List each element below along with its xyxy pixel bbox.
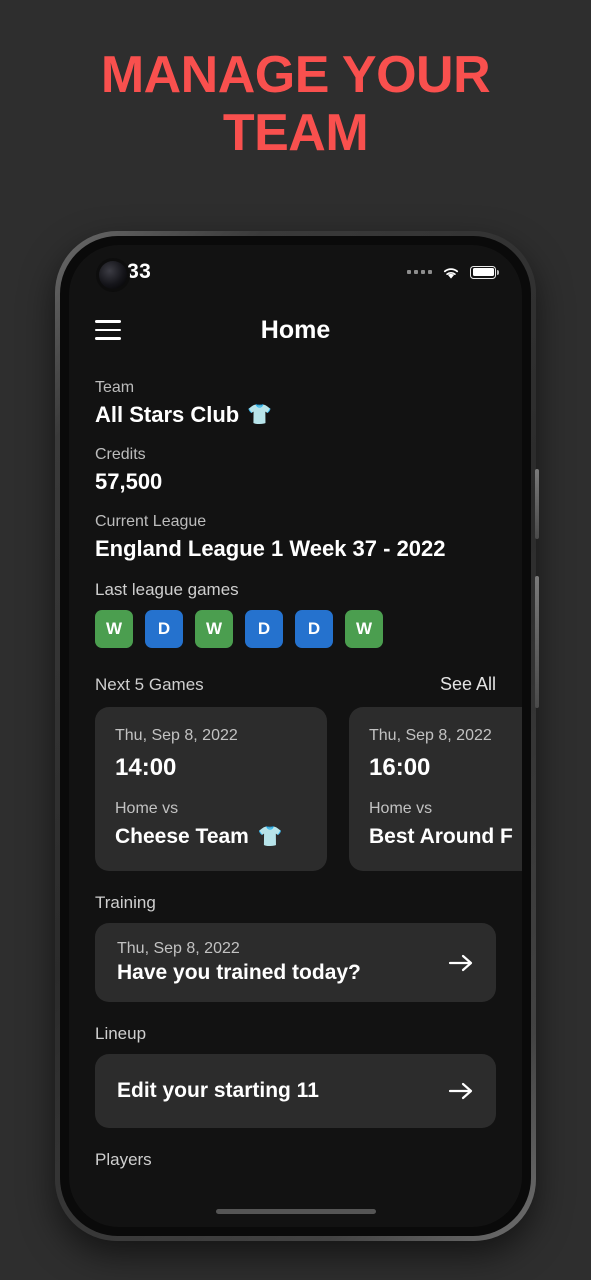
training-card-text: Thu, Sep 8, 2022 Have you trained today? xyxy=(117,940,361,985)
game-opponent-name: Cheese Team xyxy=(115,825,249,848)
game-date: Thu, Sep 8, 2022 xyxy=(115,727,238,744)
training-prompt: Have you trained today? xyxy=(117,961,361,984)
game-card[interactable]: Thu, Sep 8, 2022 16:00 Home vs Best Arou… xyxy=(349,707,522,871)
front-camera-icon xyxy=(99,261,127,289)
form-badges: W D W D D W xyxy=(95,610,496,648)
players-label: Players xyxy=(95,1150,152,1169)
game-time: 16:00 xyxy=(369,754,431,781)
lineup-label: Lineup xyxy=(95,1024,147,1043)
battery-full-icon xyxy=(470,265,499,279)
promo-banner: MANAGE YOUR TEAM xyxy=(0,46,591,162)
game-venue: Home vs xyxy=(369,800,433,817)
jersey-icon: 👕 xyxy=(247,404,273,426)
game-opponent-name: Best Around F xyxy=(369,825,513,848)
next-games-title: Next 5 Games xyxy=(95,675,204,694)
app-bar: Home xyxy=(69,299,522,361)
team-value-row: All Stars Club 👕 xyxy=(95,402,496,428)
status-bar-indicators xyxy=(407,265,499,280)
hamburger-menu-icon[interactable] xyxy=(95,320,121,340)
see-all-link[interactable]: See All xyxy=(440,674,496,695)
form-badge: D xyxy=(245,610,283,648)
form-badge: W xyxy=(95,610,133,648)
game-time: 14:00 xyxy=(115,754,177,781)
game-card[interactable]: Thu, Sep 8, 2022 14:00 Home vs Cheese Te… xyxy=(95,707,327,871)
promo-headline: MANAGE YOUR TEAM xyxy=(100,46,491,163)
phone-mockup: 2.33 Home Team All Stars Club 👕 Credits … xyxy=(55,231,539,1241)
game-date: Thu, Sep 8, 2022 xyxy=(369,727,492,744)
home-content: Team All Stars Club 👕 Credits 57,500 Cur… xyxy=(69,361,522,1170)
volume-button[interactable] xyxy=(535,469,539,539)
last-league-games-label: Last league games xyxy=(95,580,239,599)
status-bar: 2.33 xyxy=(69,245,522,299)
lineup-card[interactable]: Edit your starting 11 xyxy=(95,1054,496,1128)
next-games-carousel[interactable]: Thu, Sep 8, 2022 14:00 Home vs Cheese Te… xyxy=(95,707,522,871)
jersey-icon: 👕 xyxy=(257,826,283,848)
form-badge: W xyxy=(195,610,233,648)
team-name: All Stars Club xyxy=(95,402,240,427)
arrow-right-icon xyxy=(448,1082,473,1100)
power-button[interactable] xyxy=(535,576,539,708)
form-badge: D xyxy=(295,610,333,648)
page-title: Home xyxy=(260,315,331,344)
current-league-value: England League 1 Week 37 - 2022 xyxy=(95,536,446,561)
training-card[interactable]: Thu, Sep 8, 2022 Have you trained today? xyxy=(95,923,496,1002)
game-venue: Home vs xyxy=(115,800,179,817)
training-date: Thu, Sep 8, 2022 xyxy=(117,940,240,957)
phone-bezel: 2.33 Home Team All Stars Club 👕 Credits … xyxy=(60,236,531,1236)
form-badge: W xyxy=(345,610,383,648)
form-badge: D xyxy=(145,610,183,648)
next-games-header: Next 5 Games See All xyxy=(95,674,496,695)
signal-dots-icon xyxy=(407,270,432,274)
phone-screen: 2.33 Home Team All Stars Club 👕 Credits … xyxy=(69,245,522,1227)
credits-label: Credits xyxy=(95,446,146,463)
wifi-icon xyxy=(443,267,459,279)
home-indicator[interactable] xyxy=(215,1209,376,1214)
team-label: Team xyxy=(95,379,135,396)
lineup-action-text: Edit your starting 11 xyxy=(117,1079,319,1102)
training-label: Training xyxy=(95,893,156,912)
game-opponent-row: Cheese Team 👕 xyxy=(115,825,307,849)
credits-value: 57,500 xyxy=(95,469,163,494)
game-opponent-row: Best Around F 👕 xyxy=(369,825,522,849)
current-league-label: Current League xyxy=(95,513,207,530)
arrow-right-icon xyxy=(448,954,473,971)
